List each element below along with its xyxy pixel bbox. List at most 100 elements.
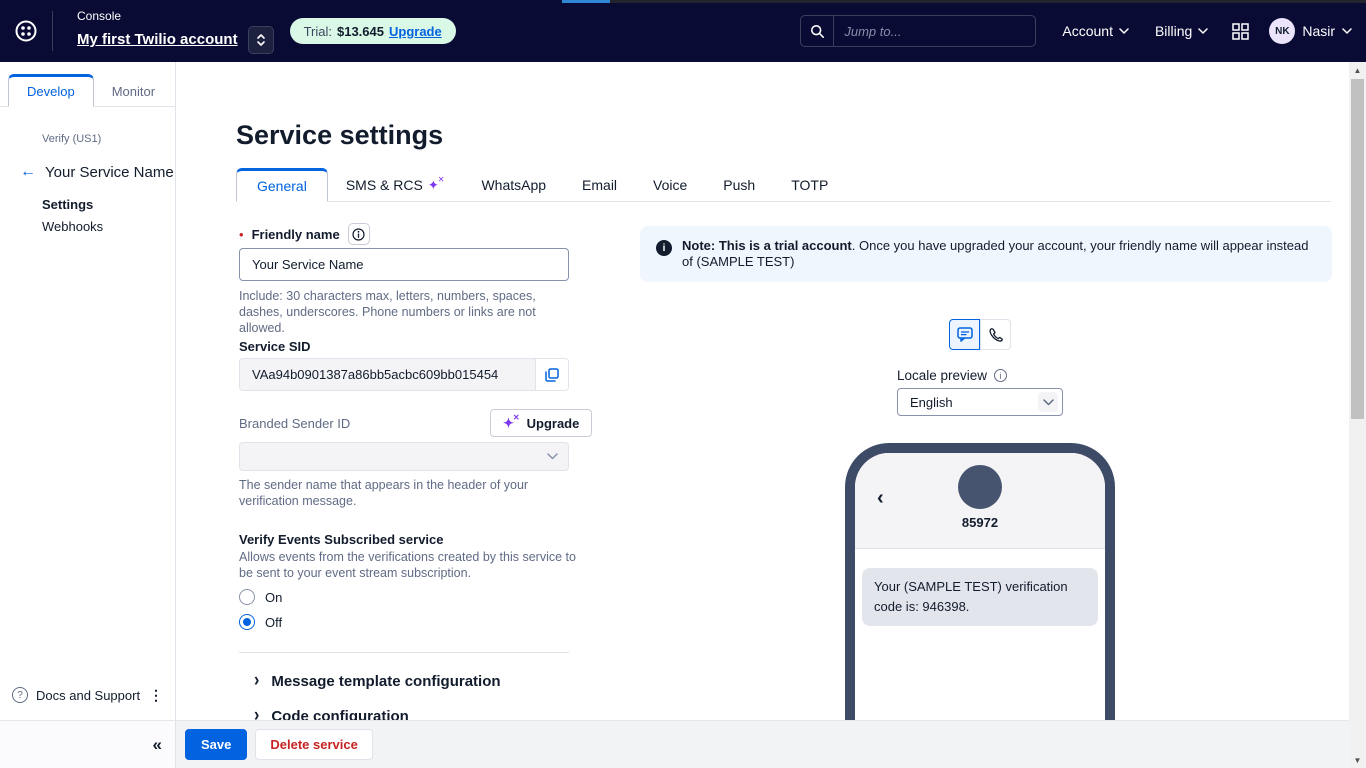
top-progress-strip [562, 0, 610, 3]
phone-preview-header: ‹ 85972 [855, 453, 1105, 549]
trial-note-banner: i Note: This is a trial account. Once yo… [640, 226, 1332, 282]
info-filled-icon: i [656, 240, 672, 256]
collapse-sidebar-button[interactable]: « [153, 735, 162, 755]
section-divider [239, 652, 569, 653]
tab-totp-label: TOTP [791, 177, 828, 193]
verify-events-label: Verify Events Subscribed service [239, 532, 444, 547]
sidebar-item-settings[interactable]: Settings [42, 197, 93, 212]
tab-whatsapp-label: WhatsApp [481, 177, 546, 193]
page-title: Service settings [236, 120, 443, 151]
verify-events-off-option[interactable]: Off [239, 614, 282, 630]
radio-off-label: Off [265, 615, 282, 630]
user-menu[interactable]: NK Nasir [1269, 18, 1352, 44]
trial-note-bold: Note: This is a trial account [682, 238, 852, 253]
select-chevron [1038, 392, 1058, 412]
radio-selected-icon[interactable] [239, 614, 255, 630]
tab-push[interactable]: Push [705, 169, 773, 201]
account-row: My first Twilio account [77, 26, 274, 54]
message-template-accordion[interactable]: › Message template configuration [254, 672, 501, 690]
message-template-accordion-label: Message template configuration [271, 673, 500, 690]
sparkle-icon: ✦✕ [428, 177, 446, 193]
chevron-down-icon [547, 453, 558, 460]
docs-and-support[interactable]: ? Docs and Support ⋮ [0, 682, 175, 708]
chevron-down-icon [1198, 28, 1208, 34]
locale-preview-label: Locale preview [897, 368, 987, 383]
footer-action-bar: « Save Delete service [0, 720, 1349, 768]
branded-sender-help: The sender name that appears in the head… [239, 477, 549, 509]
save-button[interactable]: Save [185, 729, 247, 760]
sparkle-icon: ✦✕ [503, 415, 521, 431]
verify-events-help: Allows events from the verifications cre… [239, 549, 579, 581]
tab-develop[interactable]: Develop [8, 74, 94, 107]
copy-sid-button[interactable] [535, 359, 568, 390]
account-switcher-button[interactable] [248, 26, 274, 54]
upgrade-link[interactable]: Upgrade [389, 24, 442, 39]
main-content: Service settings General SMS & RCS ✦✕ Wh… [176, 62, 1349, 768]
twilio-console-screen: Console My first Twilio account Trial: $… [0, 0, 1366, 768]
account-name-link[interactable]: My first Twilio account [77, 31, 238, 48]
tab-totp[interactable]: TOTP [773, 169, 846, 201]
tab-sms-rcs[interactable]: SMS & RCS ✦✕ [328, 169, 464, 201]
tab-whatsapp[interactable]: WhatsApp [463, 169, 564, 201]
account-block: Console My first Twilio account [77, 9, 274, 54]
account-menu-label: Account [1062, 23, 1113, 39]
jump-to-search [800, 15, 1036, 47]
account-menu[interactable]: Account [1062, 23, 1129, 39]
service-settings-tabs: General SMS & RCS ✦✕ WhatsApp Email Voic… [236, 170, 1331, 202]
tab-voice[interactable]: Voice [635, 169, 705, 201]
radio-unselected-icon[interactable] [239, 589, 255, 605]
footer-buttons-section: Save Delete service [176, 720, 1349, 768]
locale-selected-value: English [910, 395, 953, 410]
sidebar: Develop Monitor Verify (US1) ← Your Serv… [0, 62, 176, 768]
branded-sender-upgrade-button[interactable]: ✦✕ Upgrade [490, 409, 592, 437]
branded-sender-label: Branded Sender ID [239, 416, 350, 431]
chevron-down-icon [1119, 28, 1129, 34]
billing-menu-label: Billing [1155, 23, 1192, 39]
sidebar-item-webhooks[interactable]: Webhooks [42, 219, 103, 234]
scroll-down-button[interactable]: ▼ [1349, 752, 1366, 768]
tab-email[interactable]: Email [564, 169, 635, 201]
tab-email-label: Email [582, 177, 617, 193]
delete-service-button[interactable]: Delete service [255, 729, 372, 760]
kebab-menu-icon[interactable]: ⋮ [149, 687, 163, 704]
docs-support-label: Docs and Support [36, 688, 141, 703]
twilio-logo[interactable] [0, 0, 52, 62]
branded-sender-label-row: Branded Sender ID [239, 416, 350, 431]
search-button[interactable] [801, 16, 834, 46]
sms-message-bubble: Your (SAMPLE TEST) verification code is:… [862, 568, 1098, 626]
navbar-divider [52, 11, 53, 51]
friendly-name-input[interactable] [239, 248, 569, 281]
chevron-down-icon [1043, 399, 1054, 406]
sms-preview-button[interactable] [949, 319, 980, 350]
user-name: Nasir [1302, 23, 1335, 39]
trial-amount: $13.645 [337, 24, 384, 39]
voice-preview-button[interactable] [980, 319, 1011, 350]
phone-back-icon: ‹ [877, 487, 884, 510]
service-sid-label: Service SID [239, 339, 311, 354]
billing-menu[interactable]: Billing [1155, 23, 1208, 39]
tab-sms-rcs-label: SMS & RCS [346, 177, 423, 193]
locale-select[interactable]: English [897, 388, 1063, 416]
tab-general[interactable]: General [236, 168, 328, 202]
verify-events-on-option[interactable]: On [239, 589, 282, 605]
chevron-right-icon: › [254, 670, 259, 692]
scroll-up-button[interactable]: ▲ [1349, 62, 1366, 78]
tab-monitor[interactable]: Monitor [94, 77, 173, 106]
upgrade-button-label: Upgrade [527, 416, 580, 431]
sidebar-tabs: Develop Monitor [0, 75, 175, 107]
help-icon: ? [12, 687, 28, 703]
search-input[interactable] [834, 24, 1035, 39]
back-arrow-icon: ← [20, 163, 36, 181]
service-sid-value: VAa94b0901387a86bb5acbc609bb015454 [240, 359, 535, 390]
scrollbar-thumb[interactable] [1351, 79, 1364, 419]
app-launcher-button[interactable] [1232, 23, 1249, 40]
sidebar-service-back[interactable]: ← Your Service Name [20, 163, 174, 181]
service-sid-field: VAa94b0901387a86bb5acbc609bb015454 [239, 358, 569, 391]
avatar: NK [1269, 18, 1295, 44]
friendly-name-info-button[interactable] [348, 223, 370, 245]
vertical-scrollbar[interactable]: ▲ ▼ [1349, 62, 1366, 768]
branded-sender-select[interactable] [239, 442, 569, 471]
trial-label: Trial: [304, 24, 332, 39]
grid-icon [1232, 23, 1249, 40]
tab-general-label: General [257, 178, 307, 194]
